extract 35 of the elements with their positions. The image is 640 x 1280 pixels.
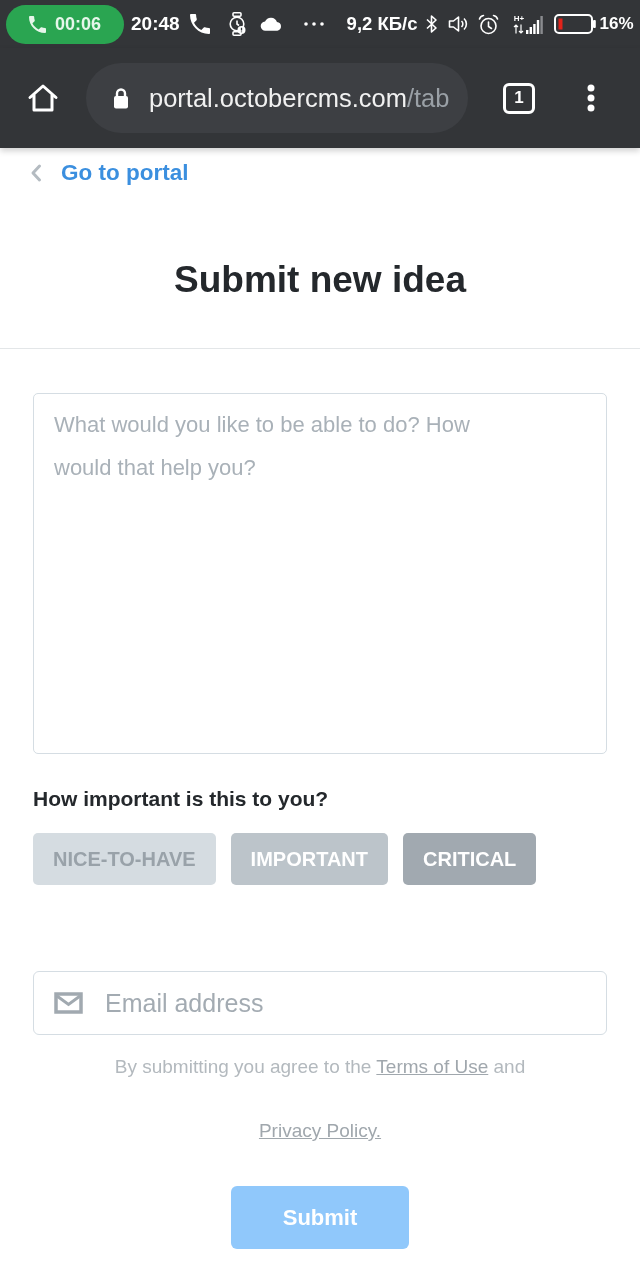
page-title: Submit new idea [174,258,466,302]
terms-text: By submitting you agree to the Terms of Use and Privacy Policy. [113,1055,527,1143]
importance-option[interactable]: CRITICAL [403,833,537,885]
lock-icon [112,87,130,109]
phone-icon [189,14,210,34]
battery-percent: 16% [599,14,634,34]
idea-textarea[interactable]: What would you like to be able to do? How would that help you? [33,393,607,754]
data-arrows-icon [513,24,525,34]
chevron-left-icon [30,163,42,183]
clock-time: 20:48 [131,13,180,35]
network-speed: 9,2 КБ/с [346,13,418,35]
tab-count-button[interactable]: 1 [503,82,535,114]
importance-option[interactable]: NICE-TO-HAVE [33,833,216,885]
email-field[interactable]: Email address [33,971,607,1035]
phone-icon [28,15,46,33]
legal-link[interactable]: Privacy Policy. [258,1120,382,1141]
more-dots-icon [303,22,324,26]
network-type-text: H+ [513,15,525,23]
alarm-clock-icon [478,13,500,35]
signal-icon [526,14,545,34]
url-field[interactable]: portal.octobercms.com/tab [86,63,468,133]
battery-icon [554,14,597,34]
home-icon [27,82,59,114]
call-chip[interactable]: 00:06 [6,4,124,44]
speaker-icon [448,15,469,33]
importance-option[interactable]: IMPORTANT [230,833,388,885]
envelope-icon [54,992,83,1014]
cloud-icon [259,17,282,31]
more-vertical-icon [587,84,595,112]
url-text: portal.octobercms.com/tab [149,83,450,113]
back-link[interactable]: Go to portal [61,160,189,186]
bluetooth-icon [425,14,439,34]
watch-alert-icon [227,12,246,36]
importance-label: How important is this to you? [33,786,329,812]
legal-link[interactable]: Terms of Use [376,1056,489,1077]
